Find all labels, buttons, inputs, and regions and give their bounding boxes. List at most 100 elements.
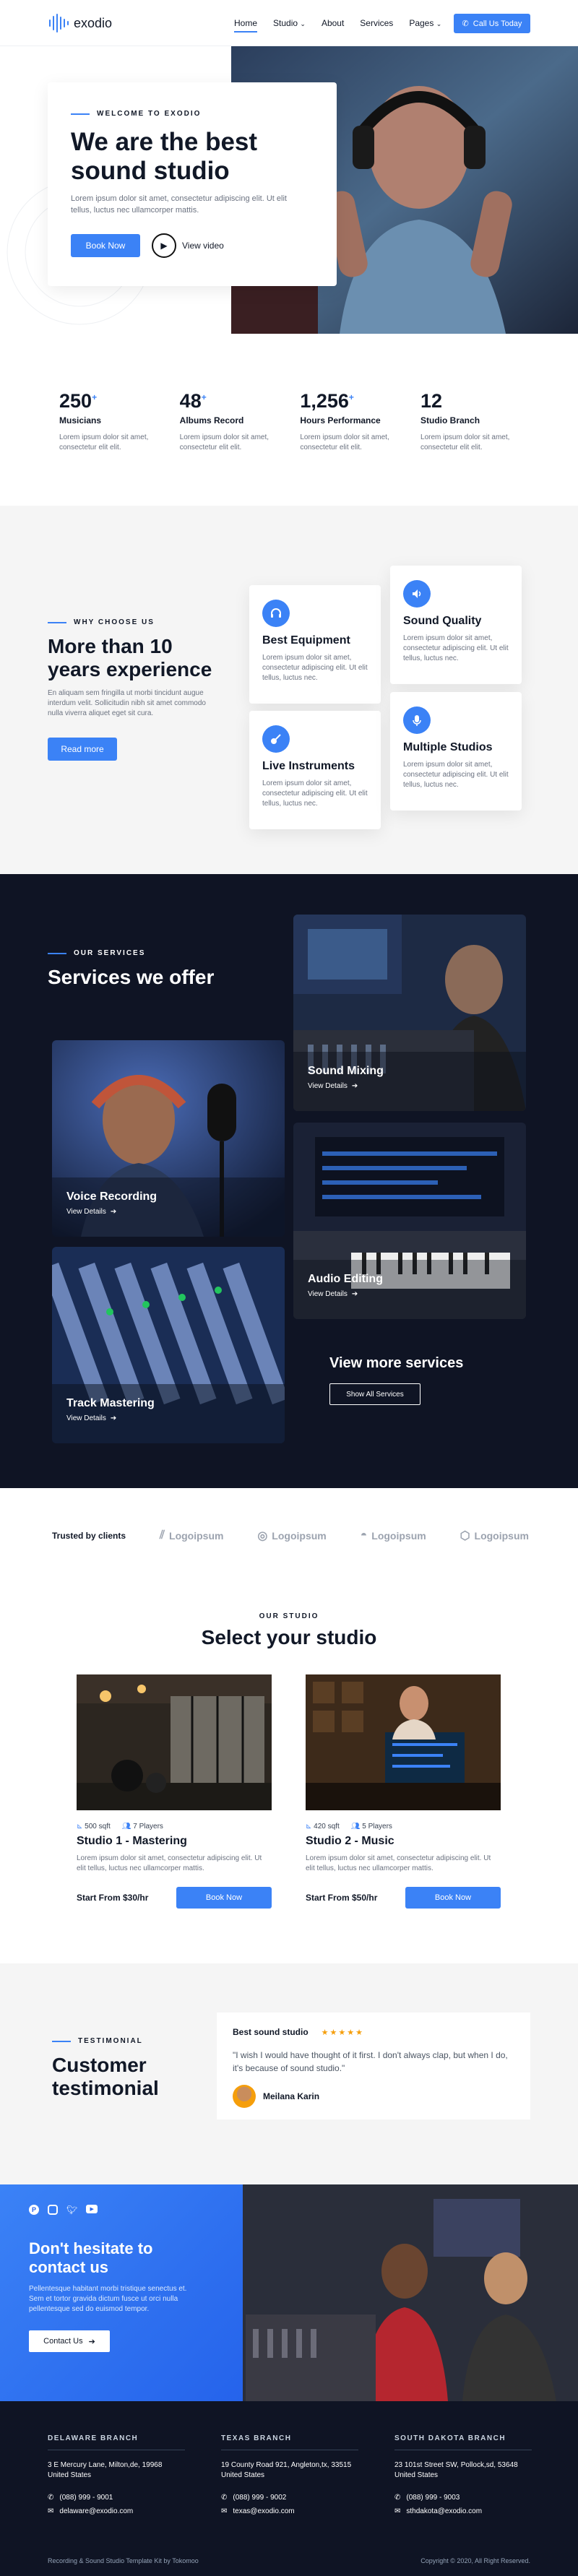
studio-footer: Start From $30/hr Book Now	[77, 1887, 272, 1909]
service-card-voice-recording[interactable]: Voice Recording View Details ➔	[52, 1040, 285, 1237]
feature-text: Lorem ipsum dolor sit amet, consectetur …	[262, 654, 368, 682]
logo[interactable]: exodio	[48, 13, 112, 33]
service-card-track-mastering[interactable]: Track Mastering View Details ➔	[52, 1247, 285, 1443]
service-card-sound-mixing[interactable]: Sound Mixing View Details ➔	[293, 915, 526, 1111]
studio-title: Select your studio	[201, 1626, 377, 1648]
view-video-button[interactable]: ▶ View video	[152, 233, 224, 258]
eyebrow-line	[71, 113, 90, 115]
phone-icon: ✆	[221, 2494, 228, 2502]
client-logo-text: Logoipsum	[474, 1530, 529, 1542]
stat-item: 250+ Musicians Lorem ipsum dolor sit ame…	[59, 390, 180, 453]
contact-us-button[interactable]: Contact Us ➔	[29, 2330, 110, 2352]
book-now-button[interactable]: Book Now	[71, 234, 140, 257]
service-title: Audio Editing	[308, 1273, 383, 1285]
nav-about[interactable]: About	[322, 18, 344, 33]
view-details-label: View Details	[308, 1082, 348, 1090]
hero-title: We are the best sound studio	[71, 128, 314, 186]
branch-phone[interactable]: ✆ (088) 999 - 9001	[48, 2494, 185, 2502]
social-links: P 🐦︎ ▶	[29, 2205, 214, 2215]
guitar-icon	[262, 725, 290, 753]
pinterest-icon[interactable]: P	[29, 2205, 39, 2215]
view-details-link[interactable]: View Details ➔	[66, 1414, 155, 1422]
footer-branch: DELAWARE BRANCH 3 E Mercury Lane, Milton…	[48, 2434, 185, 2515]
stat-item: 1,256+ Hours Performance Lorem ipsum dol…	[300, 390, 420, 453]
eyebrow-line	[48, 952, 66, 954]
feature-title: Live Instruments	[262, 760, 355, 772]
nav-services[interactable]: Services	[360, 18, 393, 33]
testimonial-eyebrow-text: TESTIMONIAL	[78, 2037, 143, 2045]
speaker-icon	[403, 580, 431, 608]
stat-value: 250+	[59, 390, 180, 412]
headphones-icon	[262, 600, 290, 627]
logoipsum-icon: ◎	[257, 1530, 268, 1542]
client-logo: ⬡ Logoipsum	[460, 1529, 529, 1543]
branch-email[interactable]: ✉ delaware@exodio.com	[48, 2507, 185, 2515]
youtube-icon[interactable]: ▶	[86, 2205, 98, 2213]
branch-name: SOUTH DAKOTA BRANCH	[394, 2434, 532, 2450]
testimonial-title-line2: testimonial	[52, 2077, 159, 2099]
book-now-button[interactable]: Book Now	[176, 1887, 272, 1909]
why-title: More than 10 years experience	[48, 635, 228, 681]
stat-value: 12	[420, 390, 522, 412]
hero-title-line2: sound studio	[71, 157, 230, 185]
hero-eyebrow: WELCOME TO EXODIO	[71, 110, 314, 118]
view-details-link[interactable]: View Details ➔	[308, 1082, 384, 1090]
nav-pages[interactable]: Pages ⌄	[409, 18, 441, 33]
eyebrow-line	[52, 2040, 71, 2042]
stat-suffix: +	[348, 392, 354, 402]
stat-text: Lorem ipsum dolor sit amet, consectetur …	[420, 433, 510, 451]
stat-number: 1,256	[300, 390, 349, 412]
twitter-icon[interactable]: 🐦︎	[66, 2205, 77, 2215]
studio-eyebrow: OUR STUDIO	[259, 1612, 319, 1620]
nav-home[interactable]: Home	[234, 18, 258, 33]
eyebrow-line	[48, 621, 66, 623]
contact-title-line1: Don't hesitate to	[29, 2239, 153, 2257]
studio-price: Start From $50/hr	[306, 1893, 378, 1903]
branch-phone[interactable]: ✆ (088) 999 - 9002	[221, 2494, 358, 2502]
book-now-button[interactable]: Book Now	[405, 1887, 501, 1909]
studio-size: ⊾ 420 sqft	[306, 1823, 340, 1831]
stats-section: 250+ Musicians Lorem ipsum dolor sit ame…	[59, 390, 522, 453]
view-details-link[interactable]: View Details ➔	[66, 1208, 157, 1216]
show-all-services-button[interactable]: Show All Services	[329, 1383, 420, 1405]
nav-studio[interactable]: Studio ⌄	[273, 18, 306, 33]
why-eyebrow-text: WHY CHOOSE US	[74, 618, 155, 626]
avatar	[233, 2085, 256, 2108]
view-details-link[interactable]: View Details ➔	[308, 1290, 383, 1298]
main-nav: Home Studio ⌄ About Services Pages ⌄	[234, 18, 441, 33]
call-us-label: Call Us Today	[473, 19, 522, 28]
why-title-line1: More than 10	[48, 635, 173, 657]
nav-pages-label: Pages	[409, 18, 434, 28]
contact-title: Don't hesitate to contact us	[29, 2239, 214, 2277]
hero-eyebrow-text: WELCOME TO EXODIO	[97, 110, 202, 118]
feature-card: Best Equipment Lorem ipsum dolor sit ame…	[249, 585, 381, 704]
stat-item: 48+ Albums Record Lorem ipsum dolor sit …	[180, 390, 301, 453]
branch-phone[interactable]: ✆ (088) 999 - 9003	[394, 2494, 532, 2502]
call-us-button[interactable]: ✆ Call Us Today	[454, 14, 530, 33]
instagram-icon[interactable]	[48, 2205, 58, 2215]
service-card-audio-editing[interactable]: Audio Editing View Details ➔	[293, 1123, 526, 1319]
read-more-button[interactable]: Read more	[48, 738, 117, 761]
studio-size-text: 420 sqft	[314, 1823, 340, 1831]
feature-card: Sound Quality Lorem ipsum dolor sit amet…	[390, 566, 522, 684]
service-title: Voice Recording	[66, 1190, 158, 1203]
hero-actions: Book Now ▶ View video	[71, 233, 314, 258]
branch-phone-text: (088) 999 - 9001	[59, 2494, 113, 2502]
phone-icon: ✆	[394, 2494, 401, 2502]
studio-card: ⊾ 420 sqft 👥︎ 5 Players Studio 2 - Music…	[306, 1674, 501, 1909]
stat-item: 12 Studio Branch Lorem ipsum dolor sit a…	[420, 390, 522, 453]
phone-icon: ✆	[462, 20, 469, 28]
testimonial-heading-row: Best sound studio ★★★★★	[233, 2027, 514, 2037]
branch-email[interactable]: ✉ sthdakota@exodio.com	[394, 2507, 532, 2515]
branch-email[interactable]: ✉ texas@exodio.com	[221, 2507, 358, 2515]
branch-phone-text: (088) 999 - 9003	[406, 2494, 460, 2502]
services-eyebrow: OUR SERVICES	[48, 949, 214, 957]
client-logo: ⫽ Logoipsum	[160, 1529, 224, 1542]
branch-name: TEXAS BRANCH	[221, 2434, 358, 2450]
contact-text: Pellentesque habitant morbi tristique se…	[29, 2285, 187, 2313]
contact-panel: P 🐦︎ ▶ Don't hesitate to contact us Pell…	[0, 2184, 243, 2401]
chevron-down-icon: ⌄	[436, 20, 442, 27]
logoipsum-icon: ⬡	[460, 1530, 470, 1542]
why-title-line2: years experience	[48, 658, 212, 680]
stat-value: 1,256+	[300, 390, 420, 412]
